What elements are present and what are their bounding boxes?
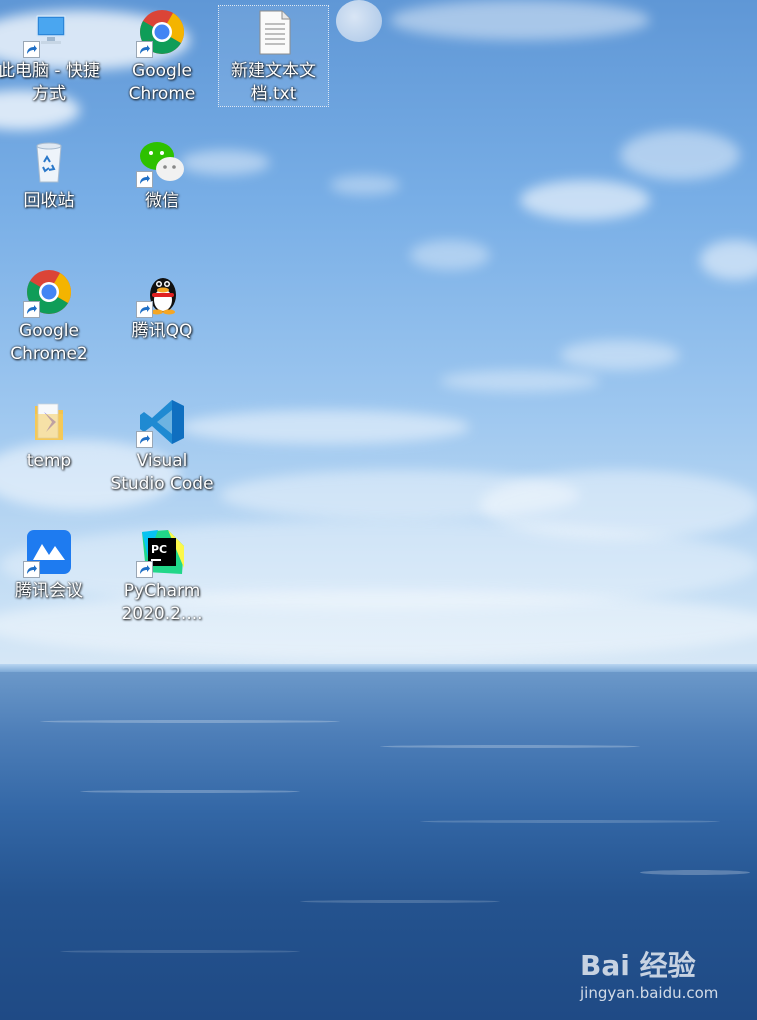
icon-label: Google Chrome2	[10, 321, 88, 364]
baidu-jingyan-watermark: Bai 经验 jingyan.baidu.com	[580, 938, 750, 1008]
icon-label: 此电脑 - 快捷 方式	[0, 61, 100, 104]
tencent-meeting-icon	[23, 528, 73, 578]
desktop-icon-google-chrome2[interactable]: Google Chrome2	[0, 268, 103, 366]
folder-icon	[25, 398, 73, 446]
shortcut-arrow-icon	[23, 41, 40, 58]
wave	[80, 790, 300, 793]
cloud	[620, 130, 740, 180]
icon-label: Visual Studio Code	[110, 451, 214, 494]
cloud	[520, 180, 650, 220]
wave	[40, 720, 340, 723]
desktop-icon-temp-folder[interactable]: temp	[0, 398, 103, 473]
wave	[380, 745, 640, 748]
wave	[60, 950, 300, 953]
shortcut-arrow-icon	[136, 301, 153, 318]
desktop-icon-tencent-meeting[interactable]: 腾讯会议	[0, 528, 103, 603]
icon-label: 腾讯QQ	[131, 321, 193, 341]
icon-label: Google Chrome	[128, 61, 196, 104]
cloud	[180, 410, 470, 444]
text-file-icon	[250, 8, 298, 56]
desktop-icon-pycharm[interactable]: PC PyCharm 2020.2....	[108, 528, 216, 626]
computer-icon	[23, 8, 73, 58]
shortcut-arrow-icon	[23, 301, 40, 318]
icon-label: temp	[26, 451, 72, 471]
desktop-icon-this-pc[interactable]: 此电脑 - 快捷 方式	[0, 8, 103, 106]
shortcut-arrow-icon	[136, 171, 153, 188]
shortcut-arrow-icon	[136, 431, 153, 448]
desktop-icon-wechat[interactable]: 微信	[108, 138, 216, 213]
cloud	[560, 340, 680, 370]
cloud	[440, 370, 600, 392]
wave	[300, 900, 500, 903]
qq-penguin-icon	[136, 268, 186, 318]
chrome-icon	[136, 8, 186, 58]
watermark-brand: Bai 经验	[580, 949, 696, 982]
chrome-icon	[23, 268, 73, 318]
recycle-bin-icon	[25, 138, 73, 186]
desktop-icon-recycle-bin[interactable]: 回收站	[0, 138, 103, 213]
icon-label: PyCharm 2020.2....	[121, 581, 203, 624]
wave	[640, 870, 750, 875]
shortcut-arrow-icon	[23, 561, 40, 578]
desktop-icon-google-chrome[interactable]: Google Chrome	[108, 8, 216, 106]
shortcut-arrow-icon	[136, 41, 153, 58]
icon-label: 回收站	[23, 191, 75, 211]
cloud	[390, 0, 650, 40]
icon-label: 微信	[145, 191, 179, 211]
wechat-icon	[136, 138, 186, 188]
icon-label: 腾讯会议	[15, 581, 83, 601]
desktop-icon-new-text-document[interactable]: 新建文本文 档.txt	[218, 5, 329, 107]
icon-label: 新建文本文 档.txt	[231, 61, 316, 104]
watermark-url: jingyan.baidu.com	[580, 984, 719, 1002]
moon	[336, 0, 382, 42]
svg-text:PC: PC	[151, 543, 167, 556]
wave	[420, 820, 720, 823]
cloud	[410, 240, 490, 270]
cloud	[330, 175, 400, 195]
desktop-icon-vscode[interactable]: Visual Studio Code	[108, 398, 216, 496]
vscode-icon	[136, 398, 186, 448]
shortcut-arrow-icon	[136, 561, 153, 578]
desktop-icon-tencent-qq[interactable]: 腾讯QQ	[108, 268, 216, 343]
pycharm-icon: PC	[136, 528, 186, 578]
